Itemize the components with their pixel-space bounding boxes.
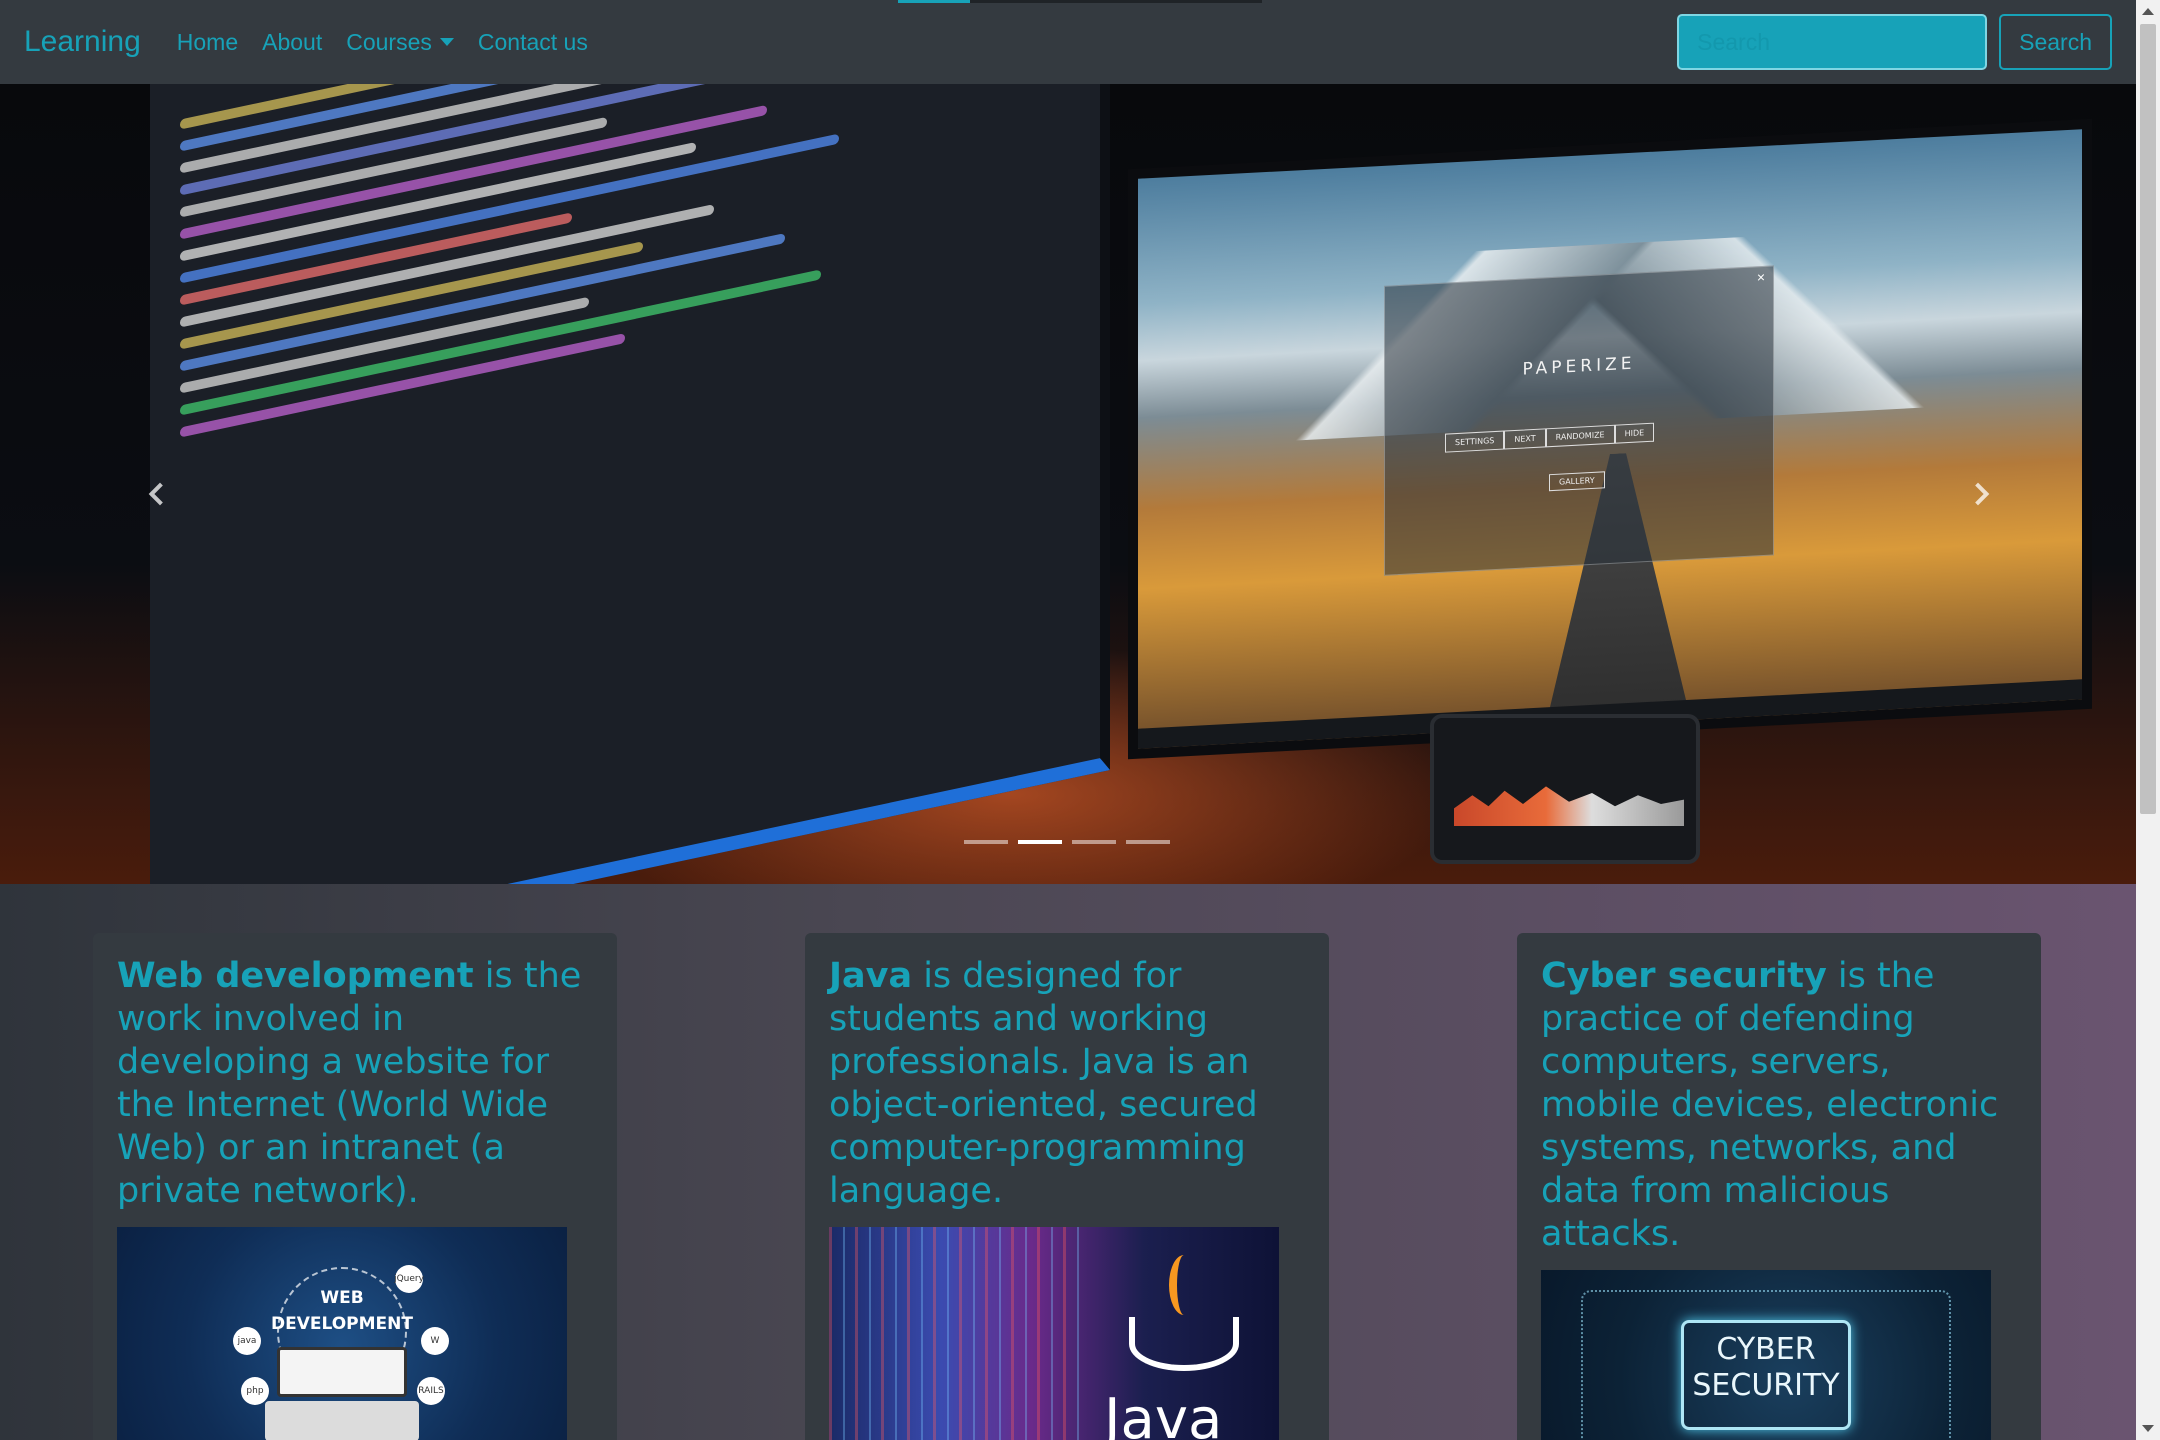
java-steam-icon xyxy=(1169,1255,1199,1315)
card-cyber-security: Cyber security is the practice of defend… xyxy=(1517,933,2041,1440)
paperize-settings-label: SETTINGS xyxy=(1445,430,1505,453)
course-cards-section: Web development is the work involved in … xyxy=(0,884,2136,1440)
close-icon: × xyxy=(1756,268,1765,286)
paperize-hide-label: HIDE xyxy=(1614,422,1655,444)
desktop-wallpaper: × PAPERIZE SETTINGS NEXT RANDOMIZE HIDE … xyxy=(1138,129,2082,749)
carousel-prev-button[interactable] xyxy=(140,464,180,524)
scroll-up-icon[interactable] xyxy=(2142,8,2154,15)
brand-logo[interactable]: Learning xyxy=(24,25,141,59)
cyber-security-image: CYBER SECURITY ****** xyxy=(1541,1270,1991,1440)
chevron-right-icon xyxy=(1966,482,1990,506)
hero-carousel: × PAPERIZE SETTINGS NEXT RANDOMIZE HIDE … xyxy=(0,84,2136,884)
java-image: Java xyxy=(829,1227,1279,1440)
card-java-title: Java xyxy=(829,956,913,996)
nav-courses-label: Courses xyxy=(346,28,432,55)
paperize-app-window: × PAPERIZE SETTINGS NEXT RANDOMIZE HIDE … xyxy=(1384,265,1774,576)
web-image-line1: WEB xyxy=(320,1288,364,1308)
keyboard-icon xyxy=(265,1401,419,1440)
scrollbar-thumb[interactable] xyxy=(2140,24,2156,814)
carousel-indicator-3[interactable] xyxy=(1072,840,1116,844)
java-badge-icon: java xyxy=(233,1327,261,1355)
chevron-down-icon xyxy=(439,38,454,46)
card-java: Java is designed for students and workin… xyxy=(805,933,1329,1440)
card-web-development: Web development is the work involved in … xyxy=(93,933,617,1440)
java-logo-text: Java xyxy=(1104,1387,1223,1440)
card-java-text: Java is designed for students and workin… xyxy=(829,955,1305,1213)
search-form: Search xyxy=(1677,14,2112,70)
code-editor-screen xyxy=(150,84,1100,884)
java-cup-icon xyxy=(1129,1317,1239,1371)
carousel-indicator-4[interactable] xyxy=(1126,840,1170,844)
chevron-left-icon xyxy=(148,482,172,506)
cyber-image-line2: SECURITY xyxy=(1692,1368,1840,1403)
code-bars-graphic xyxy=(829,1227,1089,1440)
carousel-image-code-monitor xyxy=(150,84,1110,884)
laptop-icon xyxy=(277,1347,407,1397)
search-input[interactable] xyxy=(1677,14,1988,70)
nav-courses-dropdown[interactable]: Courses xyxy=(346,29,454,56)
paperize-gallery-label: GALLERY xyxy=(1549,471,1605,492)
paperize-next-label: NEXT xyxy=(1504,428,1546,450)
jquery-badge-icon: jQuery xyxy=(394,1265,424,1293)
web-development-image: WEB DEVELOPMENT php java jQuery W RAILS xyxy=(117,1227,567,1440)
page-scrollbar[interactable] xyxy=(2136,0,2160,1440)
nav-home-link[interactable]: Home xyxy=(177,29,238,56)
scroll-down-icon[interactable] xyxy=(2142,1425,2154,1432)
navbar: Learning Home About Courses Contact us S… xyxy=(0,0,2136,84)
nav-contact-link[interactable]: Contact us xyxy=(478,29,588,56)
carousel-indicators xyxy=(964,840,1170,844)
carousel-indicator-2[interactable] xyxy=(1018,840,1062,844)
php-badge-icon: php xyxy=(241,1377,269,1405)
paperize-title: PAPERIZE xyxy=(1522,353,1636,380)
paperize-buttons: SETTINGS NEXT RANDOMIZE HIDE xyxy=(1445,422,1655,453)
card-cyber-body: is the practice of defending computers, … xyxy=(1541,956,1999,1254)
nav-about-link[interactable]: About xyxy=(262,29,322,56)
cyber-image-line1: CYBER xyxy=(1716,1332,1816,1367)
audio-waveform xyxy=(1454,786,1684,826)
card-cyber-text: Cyber security is the practice of defend… xyxy=(1541,955,2017,1256)
page-load-progress xyxy=(898,0,1262,3)
web-image-line2: DEVELOPMENT xyxy=(271,1314,413,1334)
search-button[interactable]: Search xyxy=(1999,14,2112,70)
carousel-image-landscape-monitor: × PAPERIZE SETTINGS NEXT RANDOMIZE HIDE … xyxy=(1128,118,2092,760)
carousel-next-button[interactable] xyxy=(1958,464,1998,524)
paperize-randomize-label: RANDOMIZE xyxy=(1545,424,1615,448)
carousel-image-phone xyxy=(1430,714,1700,864)
card-web-text: Web development is the work involved in … xyxy=(117,955,593,1213)
wordpress-badge-icon: W xyxy=(421,1327,449,1355)
rails-badge-icon: RAILS xyxy=(417,1377,445,1405)
carousel-indicator-1[interactable] xyxy=(964,840,1008,844)
card-cyber-title: Cyber security xyxy=(1541,956,1827,996)
card-web-title: Web development xyxy=(117,956,474,996)
